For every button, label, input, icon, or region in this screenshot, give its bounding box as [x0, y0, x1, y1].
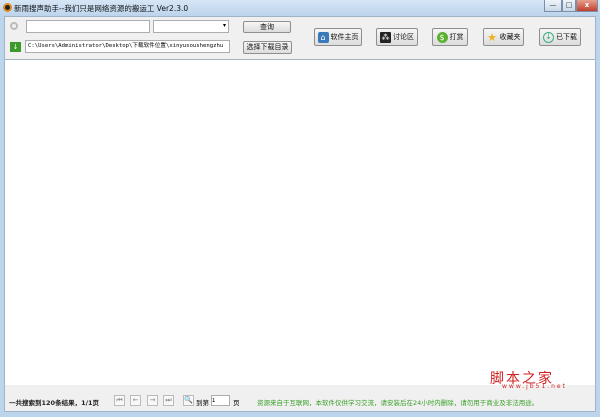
- button-label: 已下载: [556, 33, 577, 41]
- button-label: 讨论区: [393, 33, 414, 41]
- chevron-down-icon: ▾: [222, 22, 226, 29]
- maximize-button[interactable]: □: [562, 0, 576, 12]
- search-type-dropdown[interactable]: ▾: [153, 20, 229, 33]
- star-icon: ★: [487, 30, 497, 44]
- watermark-url: www.jb51.net: [502, 383, 567, 390]
- first-page-button[interactable]: ⏮: [114, 395, 125, 406]
- page-number-input[interactable]: [211, 395, 230, 406]
- people-icon: ⁂: [380, 31, 391, 43]
- app-icon: [3, 3, 12, 12]
- result-count: 一共搜索到120条结果，1/1页: [9, 399, 99, 407]
- prev-page-button[interactable]: ←: [130, 395, 141, 406]
- donate-button[interactable]: $ 打赏: [432, 28, 468, 46]
- button-label: 软件主页: [330, 33, 359, 41]
- page-suffix: 页: [233, 399, 240, 407]
- results-list[interactable]: [4, 60, 596, 385]
- home-icon: ⌂: [317, 31, 329, 43]
- favorites-button[interactable]: ★ 收藏夹: [483, 28, 524, 46]
- forum-button[interactable]: ⁂ 讨论区: [376, 28, 418, 46]
- minimize-button[interactable]: —: [544, 0, 562, 12]
- download-path-field[interactable]: C:\Users\Administrator\Desktop\下载软件位置\xi…: [25, 40, 230, 53]
- next-page-button[interactable]: →: [147, 395, 158, 406]
- search-input[interactable]: [26, 20, 150, 33]
- dollar-icon: $: [436, 31, 448, 43]
- home-page-button[interactable]: ⌂ 软件主页: [314, 28, 362, 46]
- download-icon: ↓: [10, 42, 21, 52]
- choose-directory-button[interactable]: 选择下载目录: [243, 41, 292, 54]
- goto-label: 到第: [196, 399, 209, 407]
- button-label: 打赏: [449, 33, 464, 41]
- disclaimer-notice: 资源来自于互联网，本软件仅供学习交流，请安装后在24小时内删除，请勿用于商业及非…: [257, 399, 539, 407]
- search-icon: [10, 22, 18, 30]
- window-title: 新雨搜声助手--我们只是网络资源的搬运工 Ver2.3.0: [14, 4, 189, 13]
- button-label: 收藏夹: [499, 33, 521, 41]
- close-button[interactable]: x: [576, 0, 598, 12]
- goto-search-icon[interactable]: 🔍: [183, 395, 194, 406]
- download-circle-icon: ↓: [543, 31, 554, 43]
- last-page-button[interactable]: ⏭: [163, 395, 174, 406]
- downloaded-button[interactable]: ↓ 已下载: [539, 28, 581, 46]
- query-button[interactable]: 查询: [243, 21, 291, 33]
